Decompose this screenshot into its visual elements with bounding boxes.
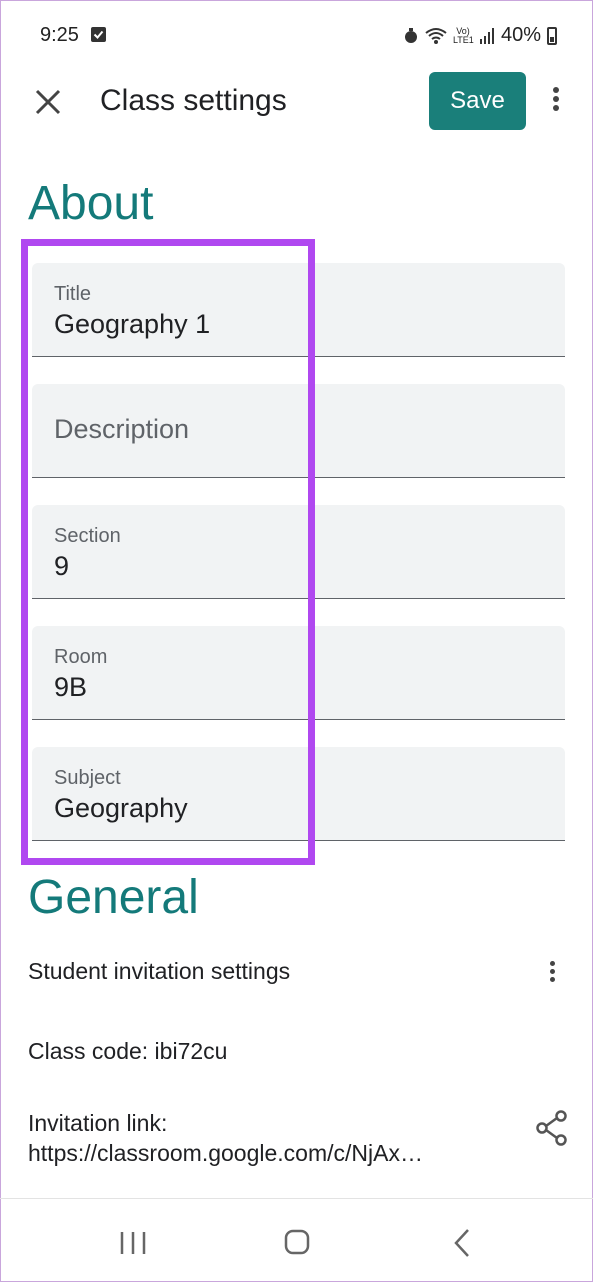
section-field-value: 9 (54, 551, 70, 581)
status-time: 9:25 (40, 24, 79, 46)
close-button[interactable] (28, 82, 68, 122)
invitation-link[interactable]: https://classroom.google.com/c/NjAx… (28, 1140, 423, 1167)
subject-field-value: Geography (54, 793, 188, 823)
wifi-icon (425, 27, 447, 44)
invitation-link-label: Invitation link: (28, 1110, 168, 1136)
notification-check-icon (91, 27, 106, 42)
status-icons: Vo) LTE1 40% (403, 24, 557, 47)
more-options-button[interactable] (544, 84, 568, 120)
more-vert-icon (542, 961, 562, 982)
general-heading: General (28, 871, 199, 924)
invitation-settings-more-button[interactable] (542, 958, 562, 990)
page-title: Class settings (100, 84, 287, 117)
room-field-label: Room (54, 646, 108, 668)
section-field[interactable]: Section 9 (32, 505, 565, 599)
network-type-label: Vo) LTE1 (452, 25, 474, 45)
home-icon (284, 1229, 310, 1255)
description-field-placeholder: Description (54, 414, 190, 444)
recents-icon (120, 1232, 146, 1254)
title-field[interactable]: Title Geography 1 (32, 263, 565, 357)
nav-divider (0, 1198, 593, 1199)
battery-icon (547, 26, 557, 45)
subject-field-label: Subject (54, 767, 121, 789)
battery-percent: 40% (500, 24, 541, 46)
description-field[interactable]: Description (32, 384, 565, 478)
title-field-label: Title (54, 283, 92, 305)
subject-field[interactable]: Subject Geography (32, 747, 565, 841)
share-link-button[interactable] (535, 1110, 569, 1146)
room-field[interactable]: Room 9B (32, 626, 565, 720)
section-field-label: Section (54, 525, 121, 547)
alarm-icon (404, 27, 417, 43)
student-invitation-settings[interactable]: Student invitation settings (28, 958, 290, 985)
recents-button[interactable] (118, 1230, 148, 1256)
class-code: Class code: ibi72cu (28, 1038, 228, 1064)
close-icon (35, 89, 61, 115)
room-field-value: 9B (54, 672, 88, 702)
app-bar: Class settings Save (0, 72, 593, 132)
title-field-value: Geography 1 (54, 309, 211, 339)
back-button[interactable] (452, 1228, 472, 1258)
more-vert-icon (544, 87, 568, 111)
system-nav-bar (0, 1200, 593, 1282)
about-heading: About (28, 177, 154, 230)
share-icon (536, 1110, 567, 1146)
status-bar: 9:25 Vo) LTE1 40% (0, 0, 593, 72)
back-icon (454, 1229, 469, 1257)
home-button[interactable] (284, 1229, 310, 1255)
signal-icon (479, 27, 494, 44)
save-button[interactable]: Save (429, 72, 526, 130)
